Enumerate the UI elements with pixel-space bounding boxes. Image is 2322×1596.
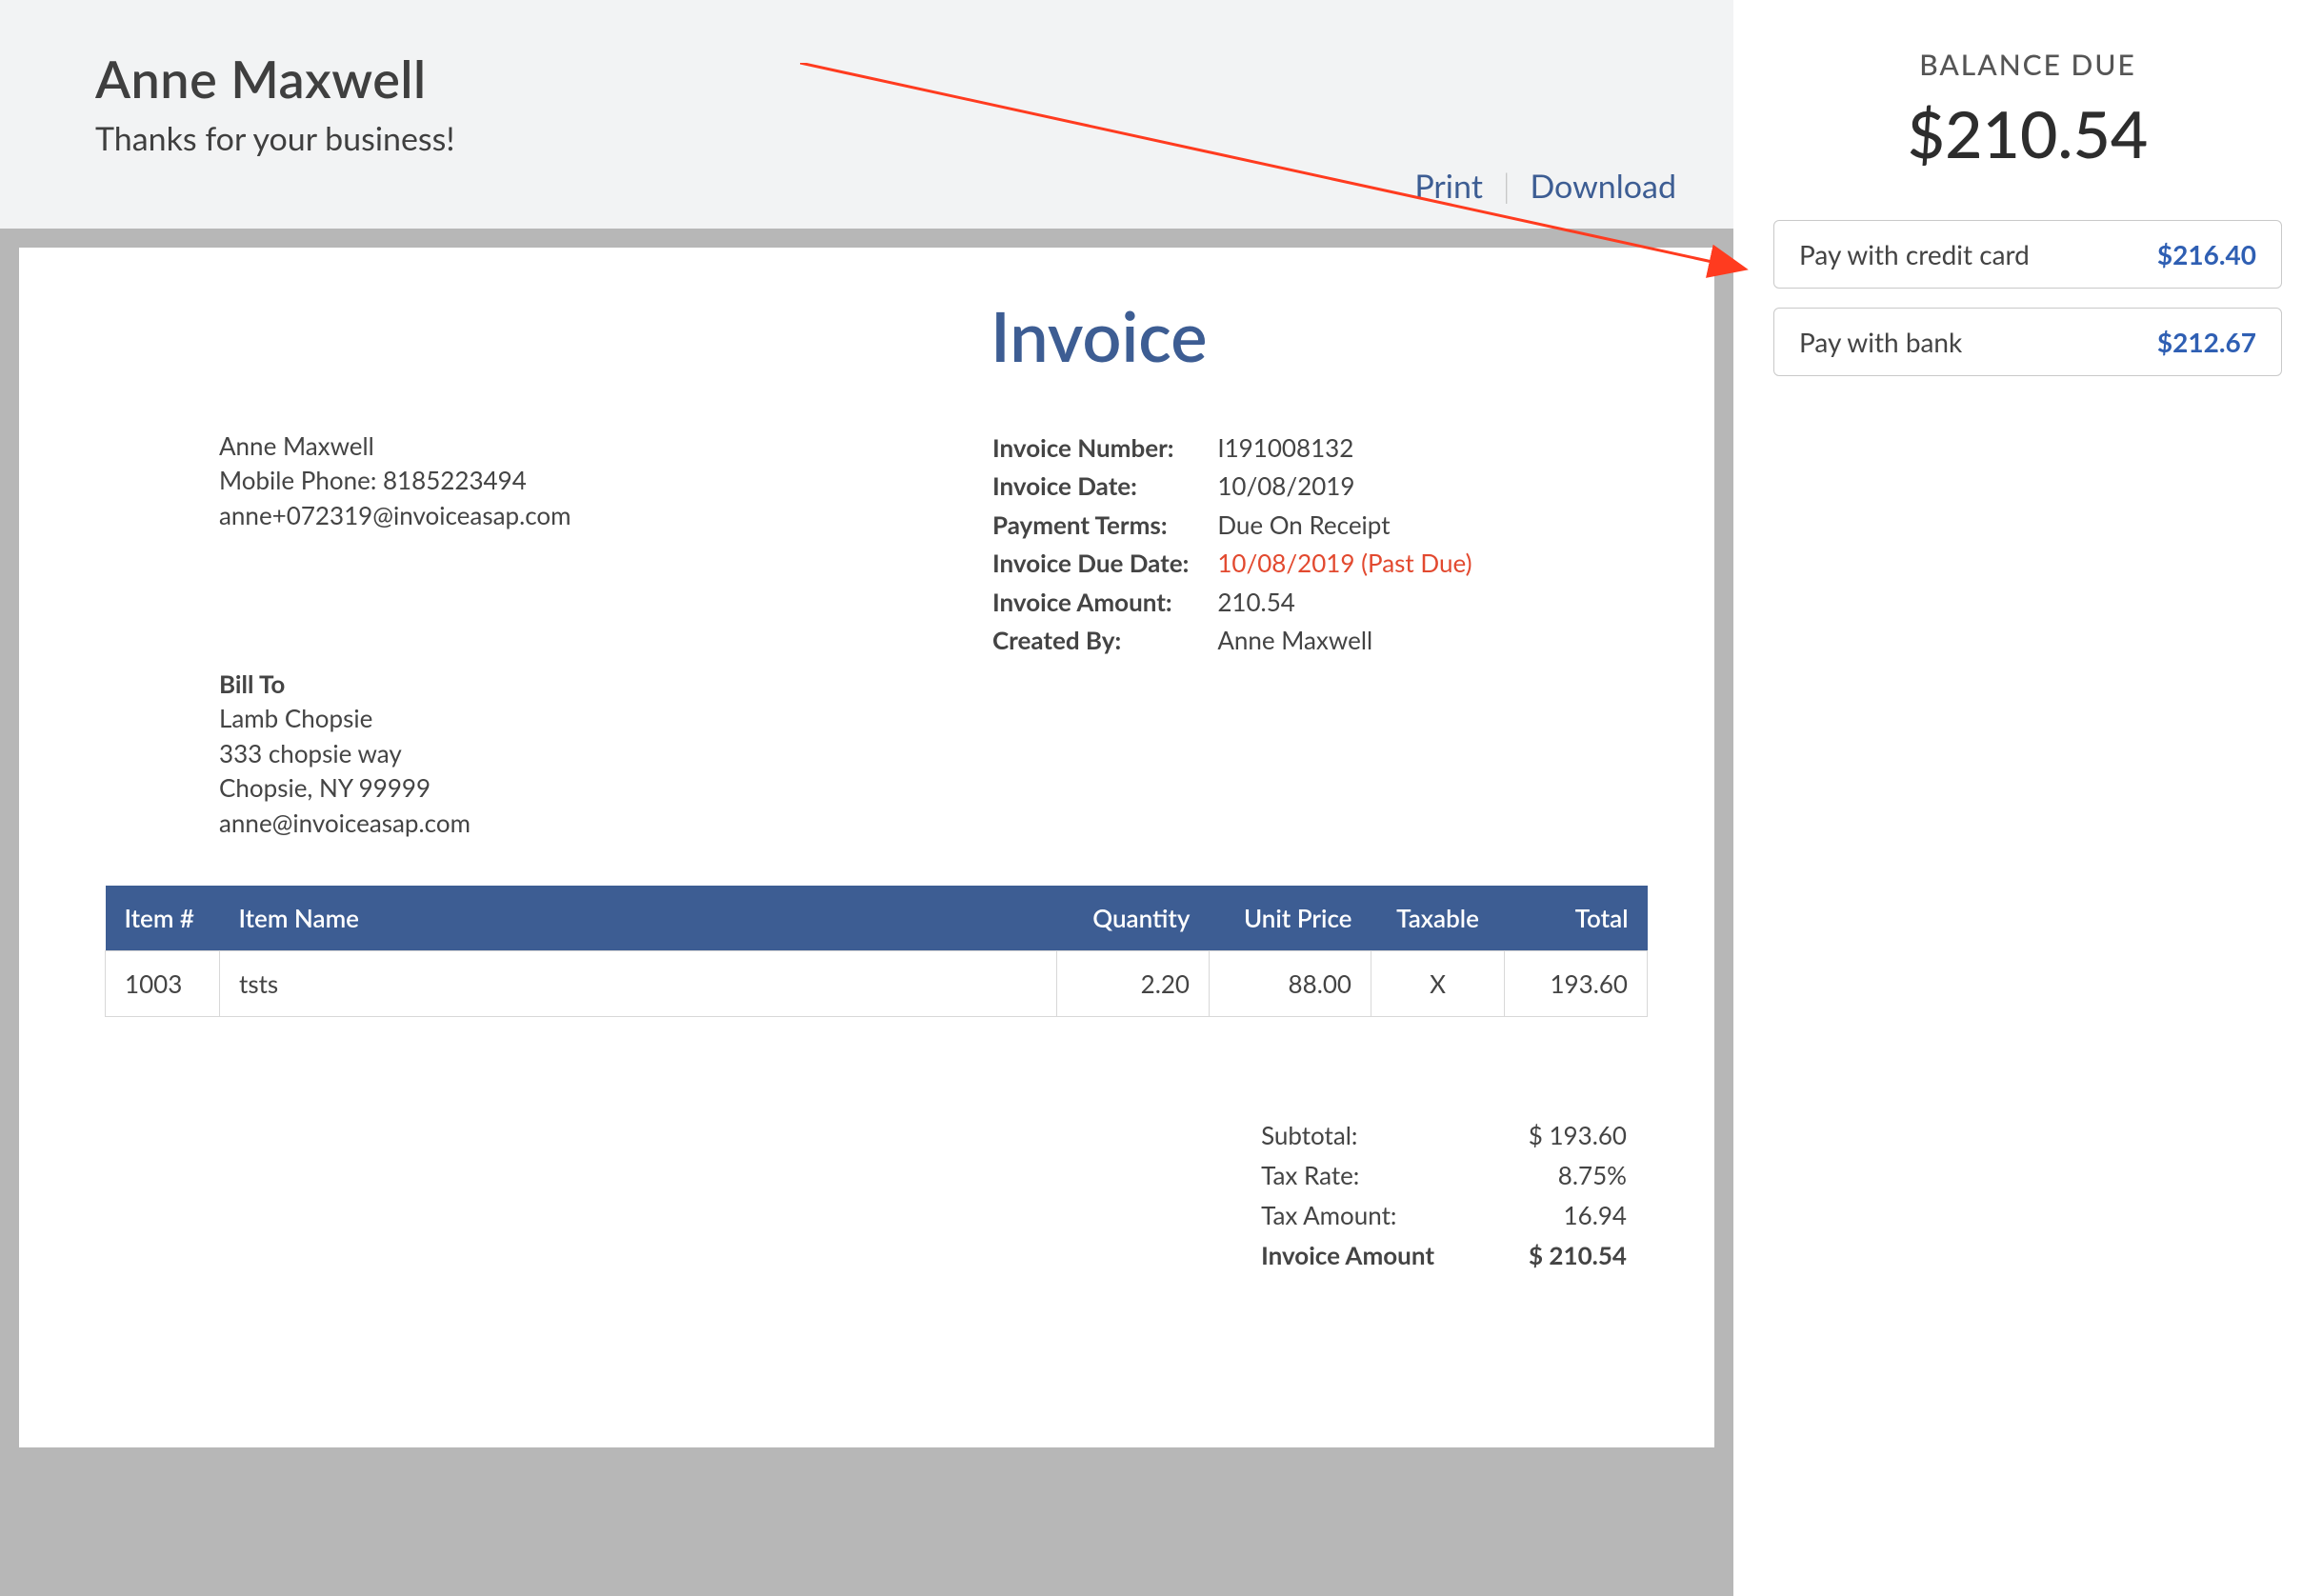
pay-cc-amount: $216.40 [2157,238,2256,270]
print-link[interactable]: Print [1414,167,1483,206]
invoice-meta: Invoice Number:I191008132 Invoice Date:1… [991,429,1501,661]
table-row: 1003 tsts 2.20 88.00 X 193.60 [106,951,1648,1017]
pay-cc-label: Pay with credit card [1799,238,2030,270]
bill-to-email: anne@invoiceasap.com [219,806,470,840]
tax-amount-value: 16.94 [1503,1196,1627,1234]
invoice-viewer: Anne Maxwell Thanks for your business! P… [0,0,1733,1596]
cell-qty: 2.20 [1057,951,1210,1017]
bill-to-block: Bill To Lamb Chopsie 333 chopsie way Cho… [219,667,470,840]
meta-amount: 210.54 [1217,585,1498,621]
invoice-title: Invoice [991,295,1207,377]
invoice-amount-label: Invoice Amount [1261,1236,1501,1274]
cell-total: 193.60 [1505,951,1648,1017]
cell-item-no: 1003 [106,951,220,1017]
meta-number-label: Invoice Number: [992,430,1215,467]
from-phone: Mobile Phone: 8185223494 [219,463,571,497]
invoice-amount-value: $ 210.54 [1503,1236,1627,1274]
subtotal-label: Subtotal: [1261,1116,1501,1154]
cell-taxable: X [1371,951,1505,1017]
meta-terms: Due On Receipt [1217,508,1498,544]
tax-rate-label: Tax Rate: [1261,1156,1501,1194]
table-header-row: Item # Item Name Quantity Unit Price Tax… [106,886,1648,951]
col-total: Total [1505,886,1648,951]
col-item-name: Item Name [220,886,1057,951]
cell-unit-price: 88.00 [1210,951,1371,1017]
customer-name: Anne Maxwell [95,48,1638,110]
link-separator: | [1491,167,1522,206]
from-email: anne+072319@invoiceasap.com [219,498,571,532]
bill-to-addr1: 333 chopsie way [219,736,470,770]
meta-date-label: Invoice Date: [992,469,1215,505]
meta-due-label: Invoice Due Date: [992,546,1215,582]
col-qty: Quantity [1057,886,1210,951]
meta-date: 10/08/2019 [1217,469,1498,505]
meta-number: I191008132 [1217,430,1498,467]
pay-credit-card-button[interactable]: Pay with credit card $216.40 [1773,220,2282,289]
col-unit-price: Unit Price [1210,886,1371,951]
viewer-header: Anne Maxwell Thanks for your business! P… [0,0,1733,229]
col-taxable: Taxable [1371,886,1505,951]
col-item-no: Item # [106,886,220,951]
bill-to-addr2: Chopsie, NY 99999 [219,770,470,805]
pay-bank-button[interactable]: Pay with bank $212.67 [1773,308,2282,376]
bill-to-header: Bill To [219,667,470,701]
meta-created: Anne Maxwell [1217,623,1498,659]
meta-due-date: 10/08/2019 (Past Due) [1217,546,1498,582]
line-items-table: Item # Item Name Quantity Unit Price Tax… [105,886,1648,1017]
download-link[interactable]: Download [1530,167,1676,206]
from-block: Anne Maxwell Mobile Phone: 8185223494 an… [219,429,571,532]
cell-item-name: tsts [220,951,1057,1017]
tax-rate-value: 8.75% [1503,1156,1627,1194]
balance-due-amount: $210.54 [1773,95,2282,172]
meta-amount-label: Invoice Amount: [992,585,1215,621]
balance-due-label: BALANCE DUE [1773,48,2282,82]
invoice-document: Invoice Anne Maxwell Mobile Phone: 81852… [19,248,1714,1447]
subtotal-value: $ 193.60 [1503,1116,1627,1154]
bill-to-name: Lamb Chopsie [219,701,470,735]
pay-bank-amount: $212.67 [2157,326,2256,358]
thanks-message: Thanks for your business! [95,119,1638,158]
tax-amount-label: Tax Amount: [1261,1196,1501,1234]
totals-block: Subtotal:$ 193.60 Tax Rate:8.75% Tax Amo… [1259,1114,1629,1276]
pay-bank-label: Pay with bank [1799,326,1962,358]
from-name: Anne Maxwell [219,429,571,463]
meta-created-label: Created By: [992,623,1215,659]
payment-sidebar: BALANCE DUE $210.54 Pay with credit card… [1733,0,2322,1596]
document-actions: Print | Download [1414,167,1676,206]
meta-terms-label: Payment Terms: [992,508,1215,544]
